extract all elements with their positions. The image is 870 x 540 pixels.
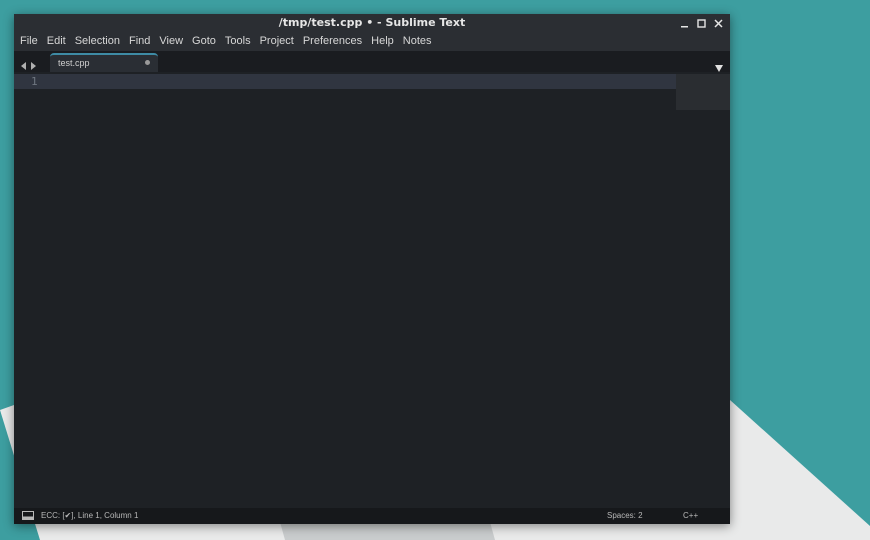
menu-goto[interactable]: Goto: [192, 32, 221, 51]
menu-edit[interactable]: Edit: [47, 32, 71, 51]
minimap-viewport[interactable]: [676, 74, 730, 110]
syntax-selector[interactable]: C++: [683, 511, 698, 520]
minimize-icon[interactable]: [679, 18, 690, 29]
menu-preferences[interactable]: Preferences: [303, 32, 367, 51]
panel-toggle-icon[interactable]: [22, 511, 34, 522]
menu-project[interactable]: Project: [260, 32, 299, 51]
menu-find[interactable]: Find: [129, 32, 155, 51]
close-icon[interactable]: [713, 18, 724, 29]
line-number: 1: [31, 75, 38, 88]
menu-help[interactable]: Help: [371, 32, 399, 51]
window-controls: [679, 14, 724, 32]
menu-selection[interactable]: Selection: [75, 32, 125, 51]
menu-bar: File Edit Selection Find View Goto Tools…: [14, 32, 730, 51]
title-bar[interactable]: /tmp/test.cpp • - Sublime Text: [14, 14, 730, 32]
menu-tools[interactable]: Tools: [225, 32, 256, 51]
maximize-icon[interactable]: [696, 18, 707, 29]
tab-bar: test.cpp: [14, 51, 730, 72]
sublime-window: /tmp/test.cpp • - Sublime Text File Edit…: [14, 14, 730, 524]
menu-notes[interactable]: Notes: [403, 32, 437, 51]
editor-area[interactable]: 1: [14, 72, 730, 508]
tab-test-cpp[interactable]: test.cpp: [50, 53, 158, 72]
status-position: ECC: [✔], Line 1, Column 1: [41, 511, 139, 520]
modified-indicator[interactable]: [145, 60, 150, 65]
indentation-selector[interactable]: Spaces: 2: [607, 511, 643, 520]
current-line-highlight: [14, 74, 676, 89]
menu-file[interactable]: File: [20, 32, 43, 51]
menu-view[interactable]: View: [159, 32, 188, 51]
tab-label: test.cpp: [58, 58, 90, 68]
window-title: /tmp/test.cpp • - Sublime Text: [278, 16, 466, 29]
status-bar: ECC: [✔], Line 1, Column 1 Spaces: 2 C++: [14, 508, 730, 524]
